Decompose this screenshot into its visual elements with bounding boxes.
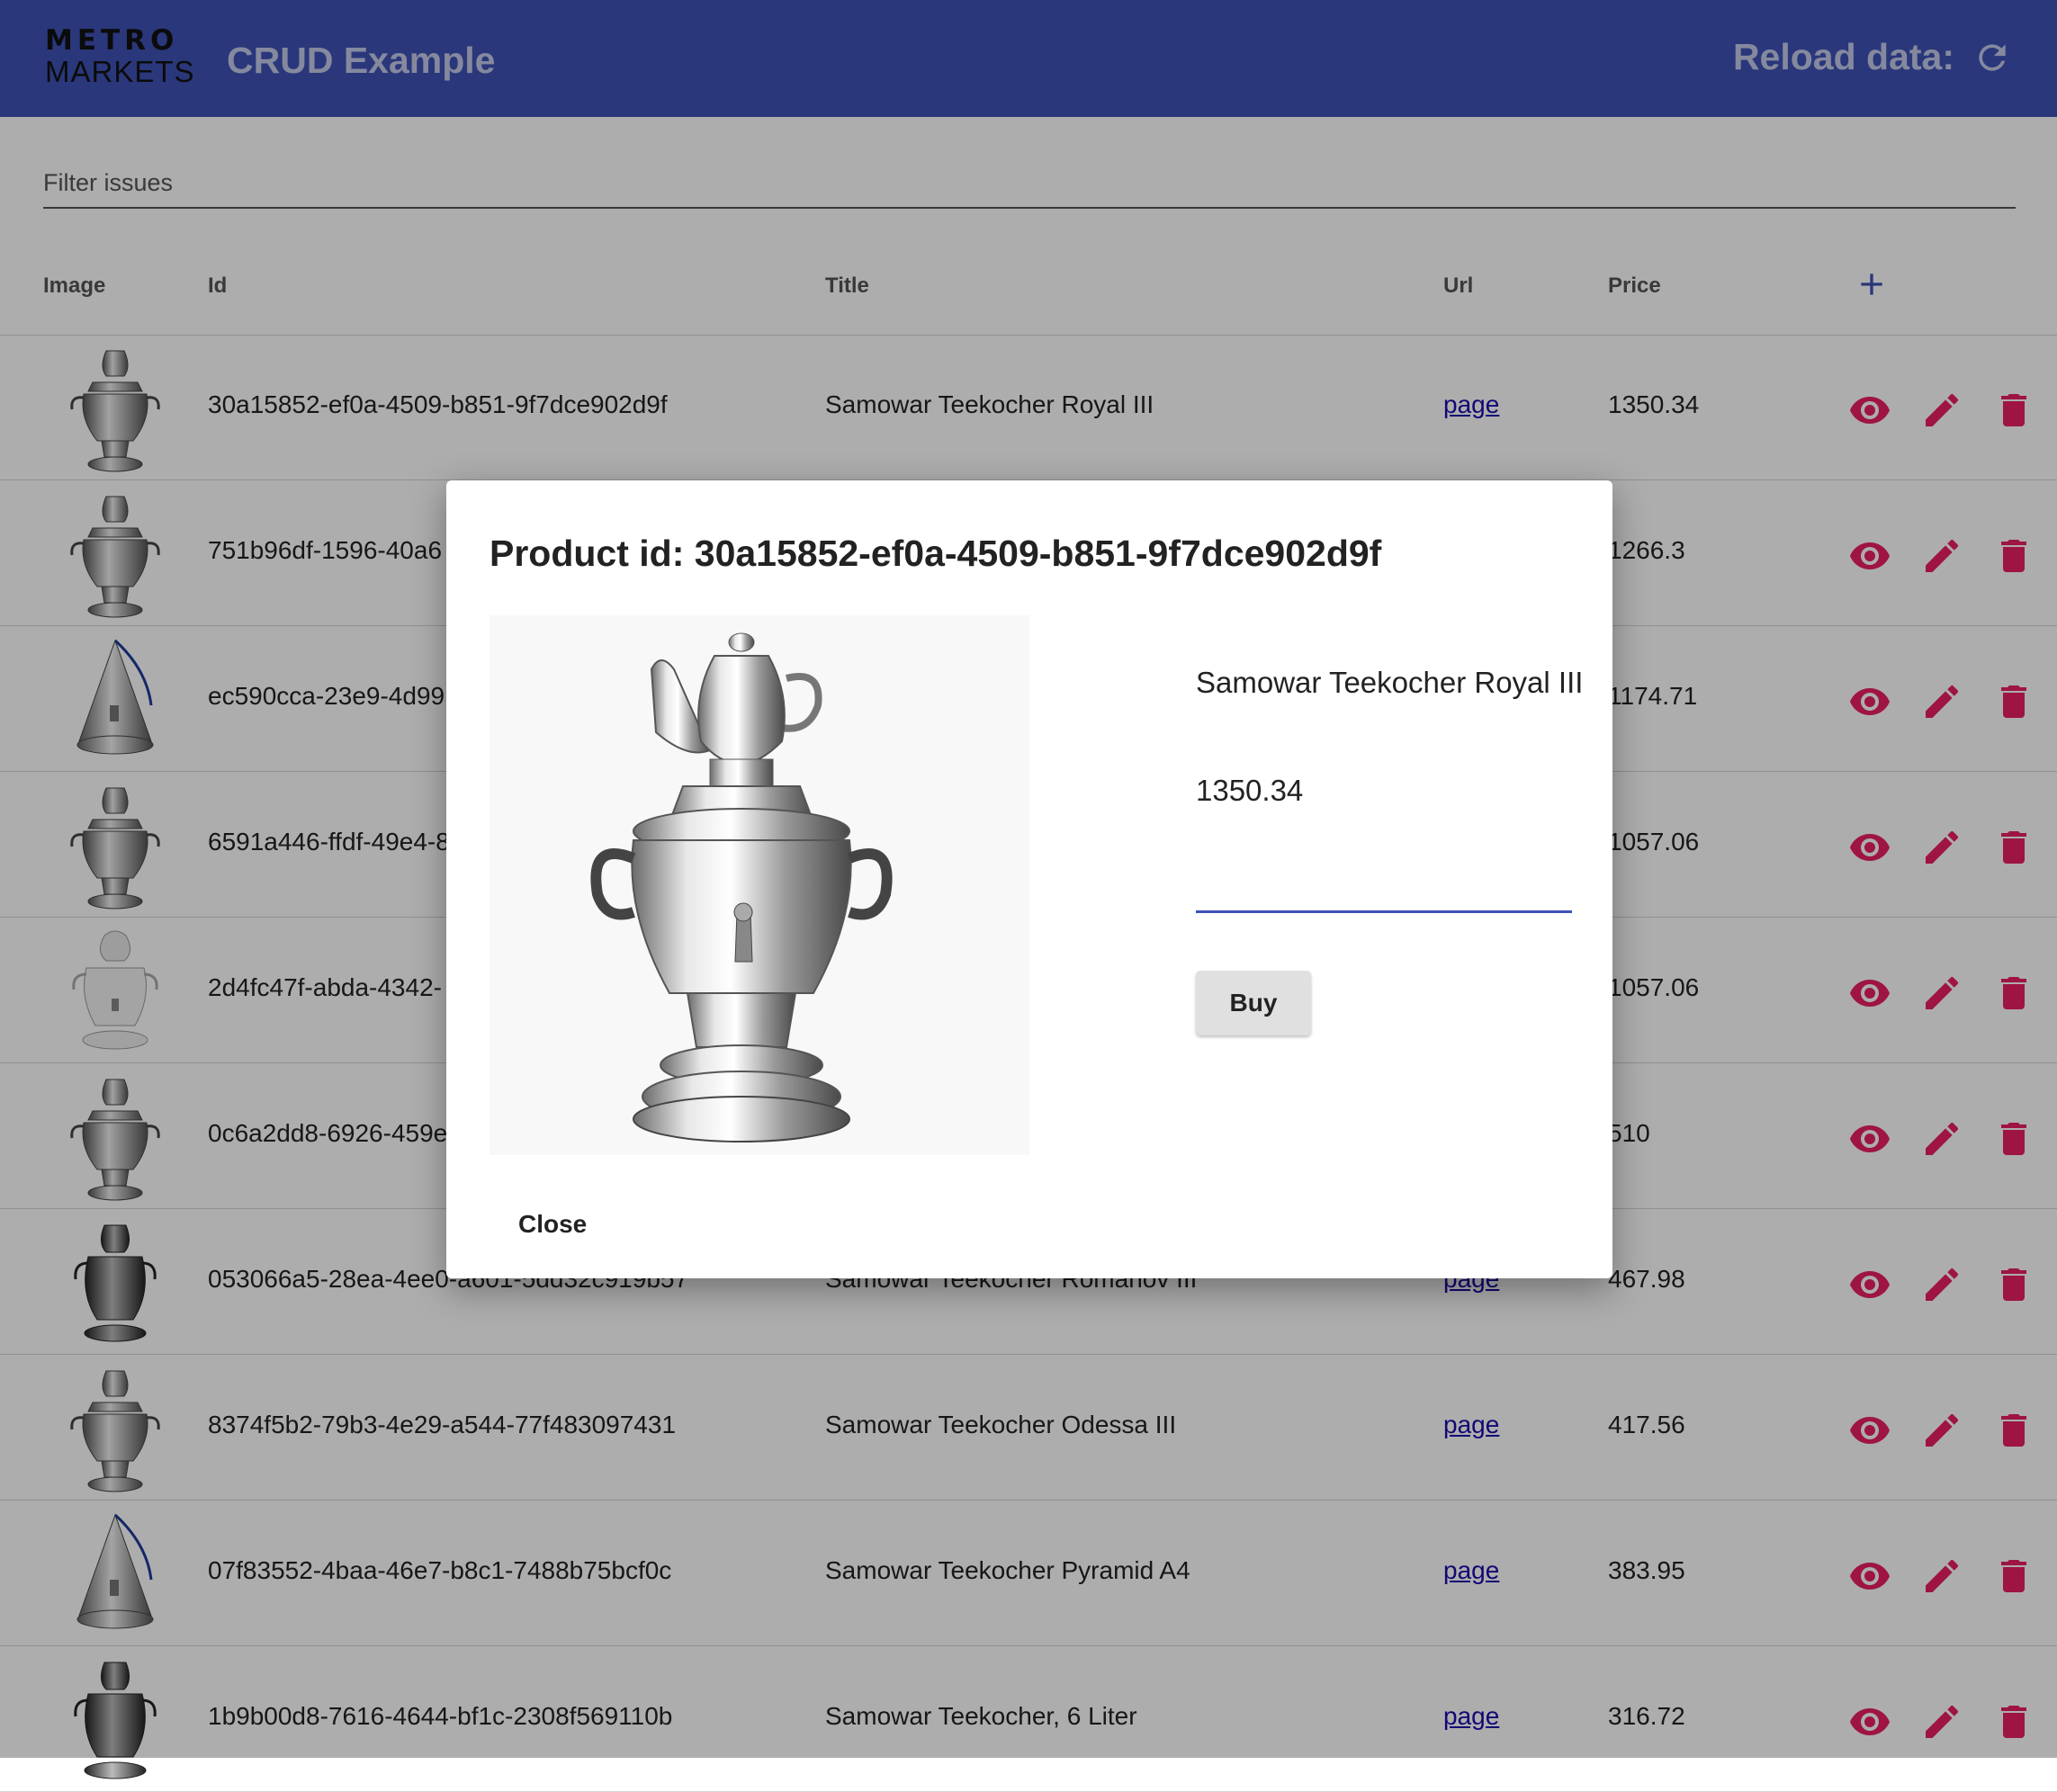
- quantity-input[interactable]: [1196, 858, 1572, 910]
- product-dialog: Product id: 30a15852-ef0a-4509-b851-9f7d…: [446, 480, 1612, 1278]
- quantity-field: [1196, 858, 1572, 913]
- dialog-product-name: Samowar Teekocher Royal III: [1196, 666, 1584, 699]
- product-image: [490, 615, 1029, 1155]
- dialog-title: Product id: 30a15852-ef0a-4509-b851-9f7d…: [490, 533, 1382, 574]
- buy-button[interactable]: Buy: [1196, 971, 1311, 1035]
- close-button[interactable]: Close: [490, 1195, 615, 1254]
- dialog-product-price: 1350.34: [1196, 774, 1304, 807]
